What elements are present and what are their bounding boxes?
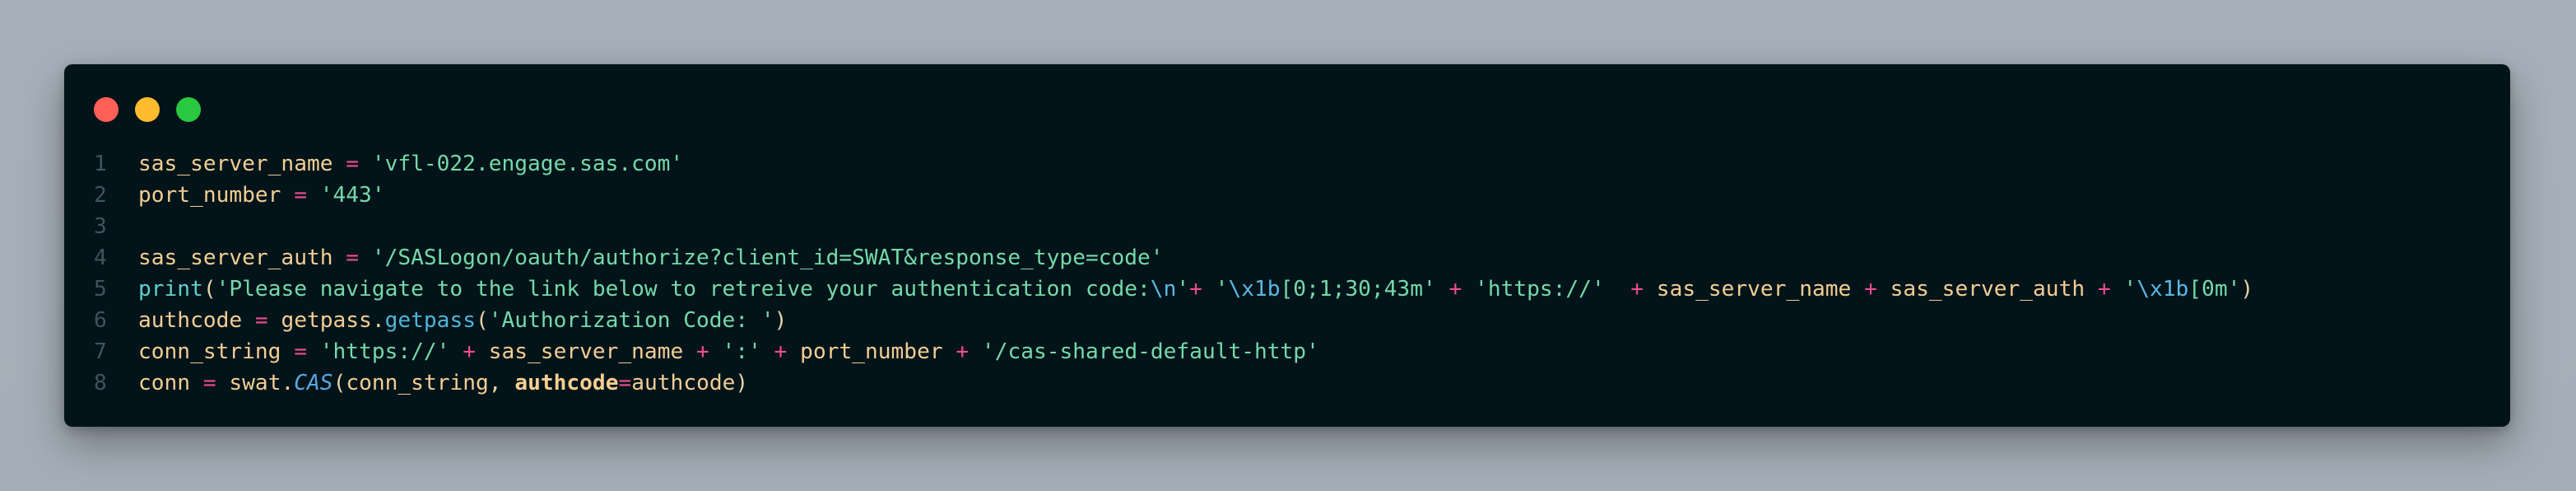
- string-literal: '443': [319, 183, 385, 208]
- identifier: authcode: [631, 371, 736, 395]
- code-block: 1 sas_server_name = 'vfl-022.engage.sas.…: [94, 148, 2494, 399]
- operator: =: [190, 371, 230, 395]
- class-name: CAS: [294, 371, 333, 395]
- operator: +: [1435, 277, 1476, 302]
- module-name: getpass: [281, 308, 372, 333]
- line-content: print('Please navigate to the link below…: [138, 274, 2253, 305]
- code-line: 2 port_number = '443': [94, 180, 2494, 211]
- operator: +: [1604, 277, 1657, 302]
- punctuation: (: [475, 308, 489, 333]
- escape-sequence: \x1b: [1228, 277, 1281, 302]
- string-literal: '/SASLogon/oauth/authorize?client_id=SWA…: [371, 246, 1164, 270]
- line-number: 1: [94, 152, 107, 176]
- operator: +: [683, 339, 723, 364]
- operator: +: [942, 339, 982, 364]
- line-number: 7: [94, 339, 107, 364]
- keyword-argument: authcode: [514, 371, 619, 395]
- code-line: 3: [94, 211, 2494, 242]
- punctuation: ): [2240, 277, 2254, 302]
- string-literal: '/cas-shared-default-http': [981, 339, 1319, 364]
- punctuation: (: [332, 371, 346, 395]
- maximize-dot[interactable]: [176, 97, 201, 122]
- close-dot[interactable]: [94, 97, 119, 122]
- string-literal: 'https://': [1475, 277, 1605, 302]
- code-line: 5 print('Please navigate to the link bel…: [94, 274, 2494, 305]
- window-controls: [94, 97, 201, 122]
- code-line: 7 conn_string = 'https://' + sas_server_…: [94, 336, 2494, 367]
- code-line: 1 sas_server_name = 'vfl-022.engage.sas.…: [94, 148, 2494, 180]
- operator: +: [1189, 277, 1216, 302]
- identifier: conn: [138, 371, 191, 395]
- string-literal: 'Please navigate to the link below to re…: [216, 277, 1151, 302]
- line-content: authcode = getpass.getpass('Authorizatio…: [138, 305, 787, 336]
- punctuation: ): [774, 308, 788, 333]
- line-number: 5: [94, 277, 107, 302]
- string-literal: 'Authorization Code: ': [488, 308, 774, 333]
- line-number: 2: [94, 183, 107, 208]
- string-literal: ': [1215, 277, 1229, 302]
- operator: =: [618, 371, 632, 395]
- operator: +: [1851, 277, 1890, 302]
- string-literal: 'vfl-022.engage.sas.com': [371, 152, 684, 176]
- line-content: sas_server_auth = '/SASLogon/oauth/autho…: [138, 242, 1164, 274]
- operator: =: [242, 308, 281, 333]
- identifier: authcode: [138, 308, 243, 333]
- line-number: 8: [94, 371, 107, 395]
- string-literal: [0;1;30;43m': [1280, 277, 1436, 302]
- identifier: sas_server_name: [138, 152, 333, 176]
- line-content: sas_server_name = 'vfl-022.engage.sas.co…: [138, 148, 683, 180]
- line-number: 6: [94, 308, 107, 333]
- code-window: 1 sas_server_name = 'vfl-022.engage.sas.…: [64, 64, 2510, 427]
- code-line: 8 conn = swat.CAS(conn_string, authcode=…: [94, 367, 2494, 399]
- identifier: conn_string: [138, 339, 281, 364]
- identifier: sas_server_name: [488, 339, 684, 364]
- operator: +: [2085, 277, 2124, 302]
- operator: =: [332, 246, 372, 270]
- line-number: 3: [94, 214, 107, 239]
- identifier: sas_server_name: [1656, 277, 1852, 302]
- code-line: 6 authcode = getpass.getpass('Authorizat…: [94, 305, 2494, 336]
- code-line: 4 sas_server_auth = '/SASLogon/oauth/aut…: [94, 242, 2494, 274]
- builtin-function: print: [138, 277, 203, 302]
- line-content: conn = swat.CAS(conn_string, authcode=au…: [138, 367, 748, 399]
- identifier: sas_server_auth: [138, 246, 333, 270]
- string-literal: ': [2123, 277, 2137, 302]
- operator: +: [449, 339, 489, 364]
- identifier: sas_server_auth: [1890, 277, 2085, 302]
- identifier: port_number: [138, 183, 281, 208]
- minimize-dot[interactable]: [135, 97, 160, 122]
- operator: =: [281, 183, 320, 208]
- escape-sequence: \n: [1150, 277, 1177, 302]
- punctuation: (: [202, 277, 216, 302]
- identifier: conn_string: [346, 371, 489, 395]
- string-literal: ': [1176, 277, 1190, 302]
- punctuation: .: [371, 308, 385, 333]
- method-name: getpass: [384, 308, 476, 333]
- punctuation: ,: [488, 371, 515, 395]
- escape-sequence: \x1b: [2137, 277, 2189, 302]
- identifier: port_number: [800, 339, 943, 364]
- string-literal: 'https://': [319, 339, 450, 364]
- line-content: port_number = '443': [138, 180, 385, 211]
- punctuation: ): [735, 371, 749, 395]
- operator: +: [760, 339, 801, 364]
- operator: =: [281, 339, 320, 364]
- line-content: conn_string = 'https://' + sas_server_na…: [138, 336, 1319, 367]
- operator: =: [332, 152, 372, 176]
- punctuation: .: [281, 371, 295, 395]
- line-number: 4: [94, 246, 107, 270]
- module-name: swat: [229, 371, 281, 395]
- string-literal: [0m': [2188, 277, 2241, 302]
- string-literal: ':': [722, 339, 761, 364]
